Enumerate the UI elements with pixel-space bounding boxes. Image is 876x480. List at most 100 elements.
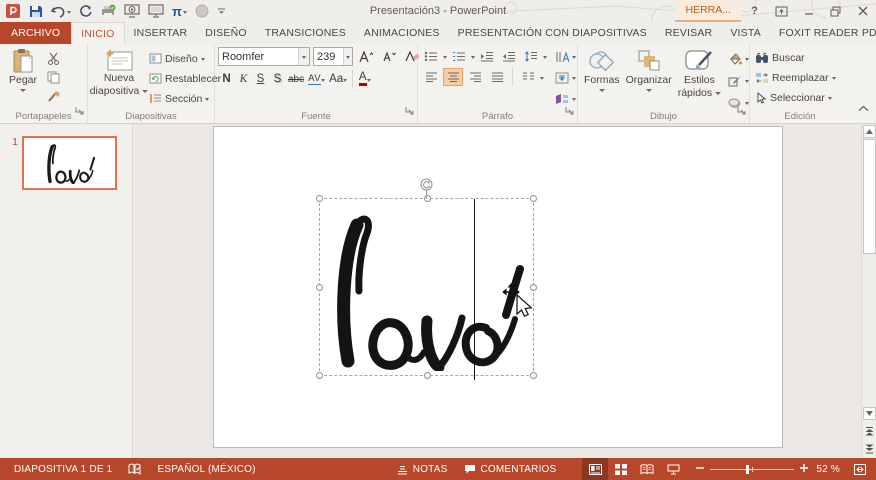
font-size-dropdown-icon[interactable] — [342, 48, 352, 65]
reset-slide-button[interactable]: Restablecer — [147, 69, 223, 88]
text-direction-button[interactable] — [553, 47, 578, 66]
align-text-dropdown-icon[interactable] — [572, 77, 576, 82]
tab-foxit-reader-pdf[interactable]: FOXIT READER PDF — [770, 22, 876, 44]
reading-view-button[interactable] — [634, 458, 660, 480]
bold-button[interactable]: N — [218, 69, 235, 89]
tab-transiciones[interactable]: TRANSICIONES — [256, 22, 355, 44]
character-spacing-button[interactable]: AV — [306, 69, 327, 89]
section-dropdown-icon[interactable] — [205, 98, 210, 103]
underline-button[interactable]: S — [252, 69, 269, 89]
tab-archivo[interactable]: ARCHIVO — [0, 22, 72, 44]
font-size-combobox[interactable] — [313, 47, 353, 66]
parrafo-dialog-launcher[interactable] — [565, 102, 574, 120]
strikethrough-button[interactable]: abc — [286, 69, 306, 89]
layout-dropdown-icon[interactable] — [200, 58, 205, 63]
resize-handle-bottom-right[interactable] — [530, 372, 537, 379]
find-button[interactable]: Buscar — [753, 48, 807, 67]
change-case-button[interactable]: Aa — [327, 69, 349, 89]
rotation-handle[interactable] — [420, 178, 433, 196]
portapapeles-dialog-launcher[interactable] — [75, 102, 84, 120]
slide-sorter-view-button[interactable] — [608, 458, 634, 480]
resize-handle-top-right[interactable] — [530, 195, 537, 202]
align-left-button[interactable] — [421, 68, 441, 86]
decrease-font-size-button[interactable] — [379, 48, 399, 66]
slideshow-from-beginning-button[interactable] — [124, 4, 140, 18]
numbering-dropdown-icon[interactable] — [471, 55, 475, 61]
shape-outline-dropdown-icon[interactable] — [745, 80, 750, 85]
slide-layout-button[interactable]: Diseño — [147, 49, 223, 68]
zoom-slider-handle[interactable] — [746, 464, 750, 474]
line-spacing-button[interactable] — [521, 47, 541, 65]
shape-fill-button[interactable] — [726, 49, 751, 68]
undo-button[interactable] — [51, 0, 71, 22]
undo-dropdown-icon[interactable] — [67, 10, 71, 16]
decrease-indent-button[interactable] — [477, 47, 497, 65]
quick-styles-dropdown-icon[interactable] — [715, 91, 722, 98]
tab-presentacion-con-diapositivas[interactable]: PRESENTACIÓN CON DIAPOSITIVAS — [449, 22, 656, 44]
zoom-out-button[interactable] — [696, 464, 705, 475]
bullets-dropdown-icon[interactable] — [443, 55, 447, 61]
quick-print-button[interactable] — [100, 4, 116, 18]
tab-animaciones[interactable]: ANIMACIONES — [355, 22, 449, 44]
fuente-dialog-launcher[interactable] — [405, 102, 414, 120]
cut-button[interactable] — [43, 49, 63, 67]
arrange-button[interactable]: Organizar — [623, 47, 675, 94]
font-size-input[interactable] — [314, 50, 343, 63]
paste-dropdown-icon[interactable] — [20, 88, 26, 95]
slideshow-view-button[interactable] — [660, 458, 686, 480]
zoom-level[interactable]: 52 % — [808, 458, 848, 480]
ribbon-display-options-button[interactable] — [768, 0, 795, 22]
shape-circle-icon[interactable] — [195, 4, 209, 18]
align-right-button[interactable] — [465, 68, 485, 86]
language-indicator[interactable]: ESPAÑOL (MÉXICO) — [149, 458, 263, 480]
scroll-down-button[interactable] — [862, 407, 876, 420]
resize-handle-bottom-center[interactable] — [424, 372, 431, 379]
columns-dropdown-icon[interactable] — [540, 76, 544, 82]
fit-slide-to-window-button[interactable] — [848, 458, 872, 480]
new-slide-button[interactable]: Nueva diapositiva — [90, 47, 149, 98]
scrollbar-thumb[interactable] — [862, 139, 876, 254]
normal-view-button[interactable] — [582, 458, 609, 480]
section-button[interactable]: Sección — [147, 89, 223, 108]
shape-outline-button[interactable] — [726, 71, 751, 90]
slide-thumbnail[interactable] — [22, 136, 117, 190]
zoom-in-button[interactable] — [800, 463, 809, 475]
shapes-dropdown-icon[interactable] — [598, 88, 605, 95]
bullets-button[interactable] — [421, 47, 441, 65]
italic-button[interactable]: K — [235, 69, 252, 89]
resize-handle-bottom-left[interactable] — [316, 372, 323, 379]
contextual-tab-header[interactable]: HERRA... — [675, 0, 741, 22]
slide-canvas[interactable] — [213, 126, 783, 448]
save-button[interactable] — [29, 4, 43, 18]
align-center-button[interactable] — [443, 68, 463, 86]
tab-inicio[interactable]: INICIO — [71, 22, 125, 44]
tab-vista[interactable]: VISTA — [721, 22, 770, 44]
close-button[interactable] — [849, 0, 876, 22]
tab-diseno[interactable]: DISEÑO — [196, 22, 255, 44]
resize-handle-top-left[interactable] — [316, 195, 323, 202]
slideshow-button[interactable] — [148, 4, 164, 18]
new-slide-dropdown-icon[interactable] — [142, 89, 149, 96]
quick-styles-button[interactable]: Estilos rápidos — [675, 47, 724, 100]
slide-editing-area[interactable] — [133, 124, 861, 458]
shapes-button[interactable]: Formas — [581, 47, 623, 94]
comments-button[interactable]: COMENTARIOS — [456, 458, 565, 480]
arrange-dropdown-icon[interactable] — [645, 88, 652, 95]
equation-dropdown-icon[interactable] — [182, 10, 187, 16]
tab-revisar[interactable]: REVISAR — [656, 22, 722, 44]
minimize-button[interactable] — [795, 0, 822, 22]
redo-button[interactable] — [79, 4, 92, 18]
select-dropdown-icon[interactable] — [827, 97, 832, 102]
love-text[interactable] — [326, 211, 526, 371]
next-slide-button[interactable] — [863, 442, 876, 456]
resize-handle-middle-left[interactable] — [316, 284, 323, 291]
qat-customize-button[interactable] — [217, 0, 226, 22]
scroll-up-button[interactable] — [862, 125, 876, 138]
text-shadow-button[interactable]: S — [269, 69, 286, 89]
notes-button[interactable]: NOTAS — [389, 458, 456, 480]
font-color-dropdown-icon[interactable] — [366, 78, 371, 84]
font-name-dropdown-icon[interactable] — [297, 48, 309, 65]
spacing-dropdown-icon[interactable] — [321, 78, 326, 84]
line-spacing-dropdown-icon[interactable] — [543, 55, 547, 61]
replace-button[interactable]: Reemplazar — [753, 68, 838, 87]
